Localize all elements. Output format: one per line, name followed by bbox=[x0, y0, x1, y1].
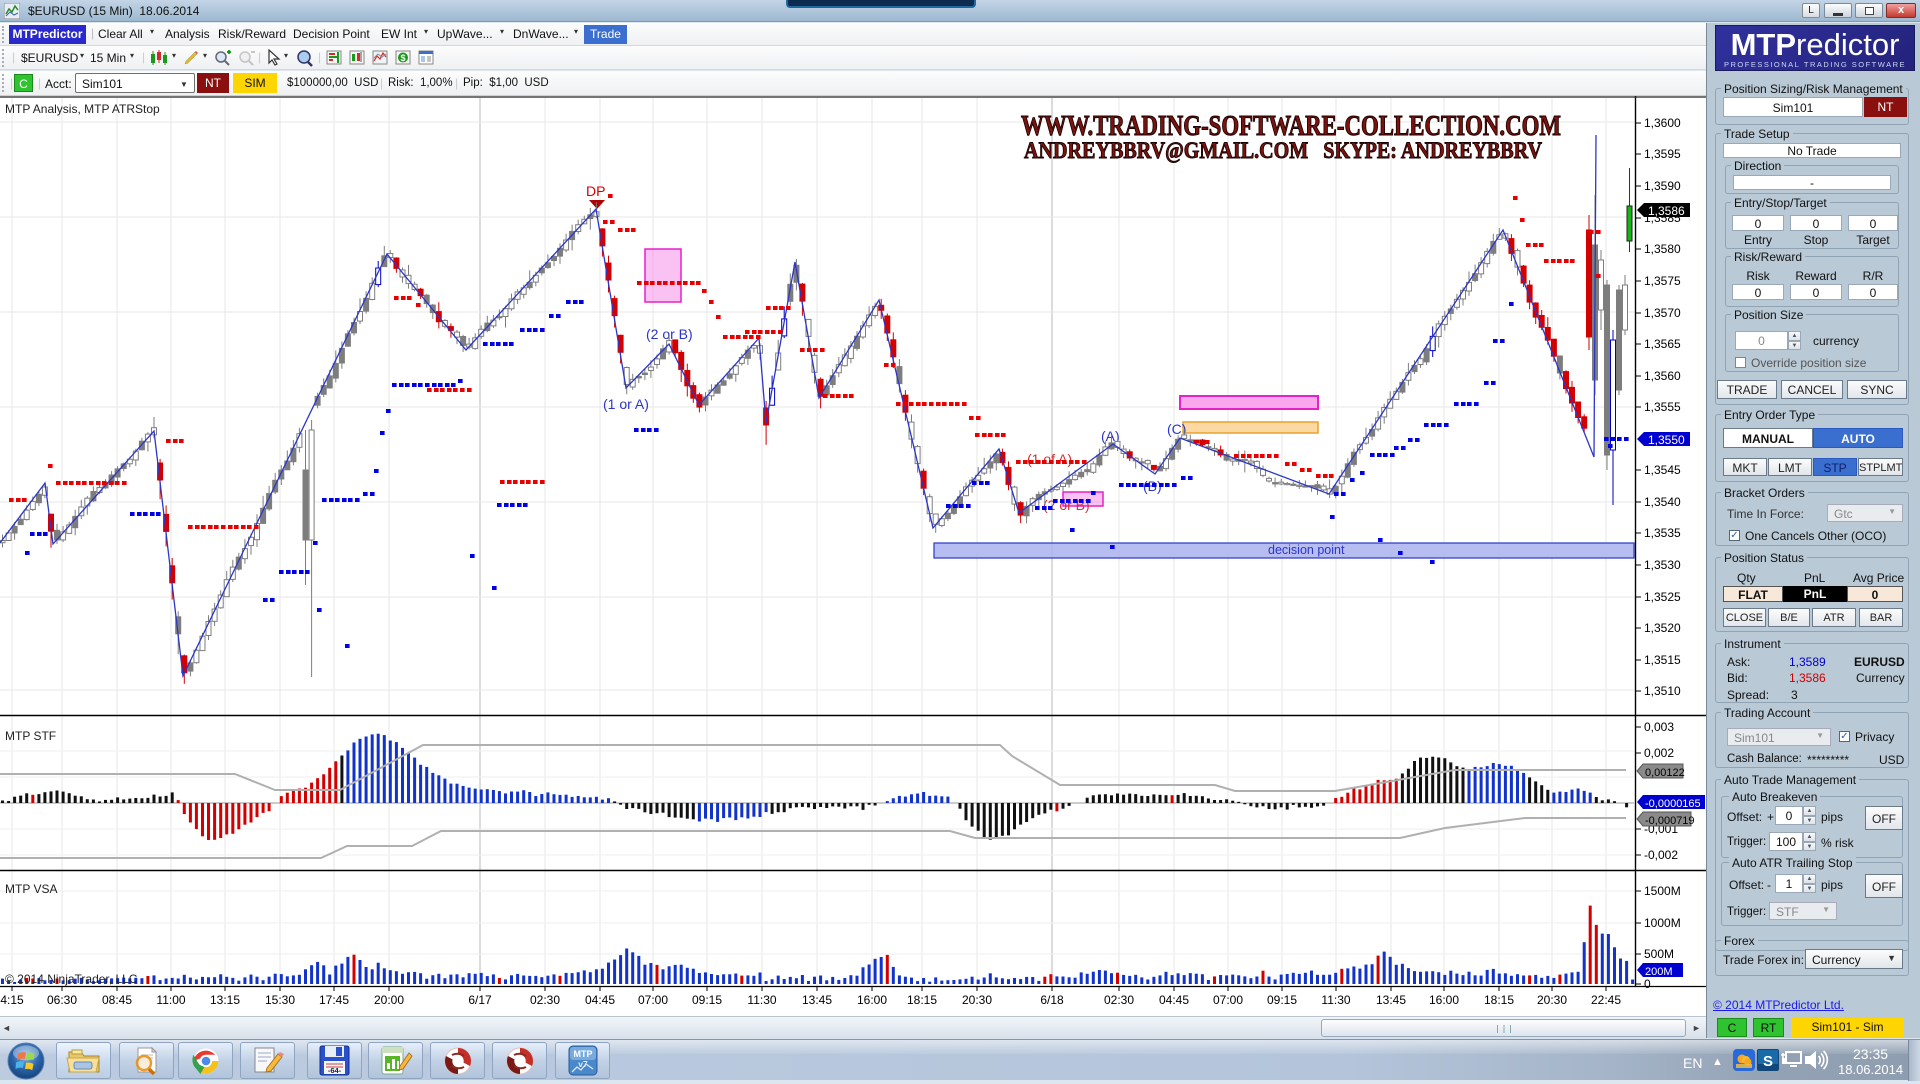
svg-text:20:00: 20:00 bbox=[374, 993, 404, 1007]
svg-text:(1 or A): (1 or A) bbox=[603, 396, 649, 412]
svg-text:© 2014 NinjaTrader, LLC: © 2014 NinjaTrader, LLC bbox=[5, 972, 138, 986]
svg-text:04:45: 04:45 bbox=[1159, 993, 1189, 1007]
svg-text:18:15: 18:15 bbox=[1484, 993, 1514, 1007]
svg-text:1,3550: 1,3550 bbox=[1648, 433, 1685, 447]
svg-text:07:00: 07:00 bbox=[1213, 993, 1243, 1007]
svg-text:02:30: 02:30 bbox=[1104, 993, 1134, 1007]
svg-text:1500M: 1500M bbox=[1644, 884, 1681, 898]
svg-text:6/17: 6/17 bbox=[468, 993, 492, 1007]
svg-text:1,3520: 1,3520 bbox=[1644, 621, 1681, 635]
svg-text:DP: DP bbox=[586, 183, 605, 199]
svg-text:MTP: MTP bbox=[574, 1049, 593, 1059]
svg-text:0,002: 0,002 bbox=[1644, 746, 1674, 760]
svg-text:1,3525: 1,3525 bbox=[1644, 590, 1681, 604]
svg-text:11:00: 11:00 bbox=[156, 993, 185, 1007]
svg-text:-64-: -64- bbox=[328, 1066, 342, 1075]
svg-text:1,3570: 1,3570 bbox=[1644, 306, 1681, 320]
svg-text:MTP STF: MTP STF bbox=[5, 729, 56, 743]
svg-text:1,3545: 1,3545 bbox=[1644, 463, 1681, 477]
svg-text:MTP VSA: MTP VSA bbox=[5, 882, 57, 896]
svg-text:MTP Analysis, MTP ATRStop: MTP Analysis, MTP ATRStop bbox=[5, 102, 160, 116]
svg-text:6/18: 6/18 bbox=[1040, 993, 1064, 1007]
svg-text:1,3540: 1,3540 bbox=[1644, 495, 1681, 509]
svg-text:18:15: 18:15 bbox=[907, 993, 937, 1007]
svg-text:1,3575: 1,3575 bbox=[1644, 274, 1681, 288]
svg-text:22:45: 22:45 bbox=[1591, 993, 1621, 1007]
svg-text:1,3530: 1,3530 bbox=[1644, 558, 1681, 572]
svg-text:1,3580: 1,3580 bbox=[1644, 242, 1681, 256]
svg-text:08:45: 08:45 bbox=[102, 993, 132, 1007]
svg-text:17:45: 17:45 bbox=[319, 993, 349, 1007]
svg-text:1,3510: 1,3510 bbox=[1644, 684, 1681, 698]
svg-text:1,3535: 1,3535 bbox=[1644, 526, 1681, 540]
svg-text:4:15: 4:15 bbox=[0, 993, 24, 1007]
svg-text:1,3515: 1,3515 bbox=[1644, 653, 1681, 667]
svg-text:decision point: decision point bbox=[1268, 543, 1345, 557]
svg-text:1,3555: 1,3555 bbox=[1644, 400, 1681, 414]
svg-text:0,003: 0,003 bbox=[1644, 720, 1674, 734]
svg-text:S: S bbox=[1763, 1053, 1773, 1070]
svg-text:1,3600: 1,3600 bbox=[1644, 116, 1681, 130]
svg-text:(1 of A): (1 of A) bbox=[1027, 451, 1072, 467]
svg-text:1,3586: 1,3586 bbox=[1648, 204, 1685, 218]
svg-text:0,00122: 0,00122 bbox=[1645, 767, 1685, 779]
svg-text:500M: 500M bbox=[1644, 947, 1674, 961]
svg-text:06:30: 06:30 bbox=[47, 993, 77, 1007]
svg-text:$: $ bbox=[400, 53, 405, 63]
svg-text:1000M: 1000M bbox=[1644, 916, 1681, 930]
svg-text:02:30: 02:30 bbox=[530, 993, 560, 1007]
svg-text:20:30: 20:30 bbox=[962, 993, 992, 1007]
svg-text:09:15: 09:15 bbox=[692, 993, 722, 1007]
svg-text:04:45: 04:45 bbox=[585, 993, 615, 1007]
svg-text:16:00: 16:00 bbox=[1429, 993, 1459, 1007]
svg-text:15:30: 15:30 bbox=[265, 993, 295, 1007]
svg-text:07:00: 07:00 bbox=[638, 993, 668, 1007]
svg-text:11:30: 11:30 bbox=[1321, 993, 1350, 1007]
svg-text:1,3560: 1,3560 bbox=[1644, 369, 1681, 383]
svg-text:-0,0000165: -0,0000165 bbox=[1645, 798, 1701, 810]
svg-text:-0,000719: -0,000719 bbox=[1645, 815, 1695, 827]
svg-text:ANDREYBBRV@GMAIL.COM SKYPE:: ANDREYBBRV@GMAIL.COM SKYPE: ANDREYBBRV bbox=[1024, 138, 1542, 164]
svg-text:200M: 200M bbox=[1645, 966, 1673, 978]
svg-text:1,3595: 1,3595 bbox=[1644, 147, 1681, 161]
svg-text:13:45: 13:45 bbox=[1376, 993, 1406, 1007]
svg-text:-0,002: -0,002 bbox=[1644, 848, 1678, 862]
svg-text:0: 0 bbox=[1644, 977, 1651, 991]
svg-text:13:45: 13:45 bbox=[802, 993, 832, 1007]
svg-text:20:30: 20:30 bbox=[1537, 993, 1567, 1007]
svg-text:1,3590: 1,3590 bbox=[1644, 179, 1681, 193]
svg-text:11:30: 11:30 bbox=[747, 993, 776, 1007]
svg-text:1,3565: 1,3565 bbox=[1644, 337, 1681, 351]
svg-text:16:00: 16:00 bbox=[857, 993, 887, 1007]
svg-text:09:15: 09:15 bbox=[1267, 993, 1297, 1007]
svg-text:13:15: 13:15 bbox=[210, 993, 240, 1007]
